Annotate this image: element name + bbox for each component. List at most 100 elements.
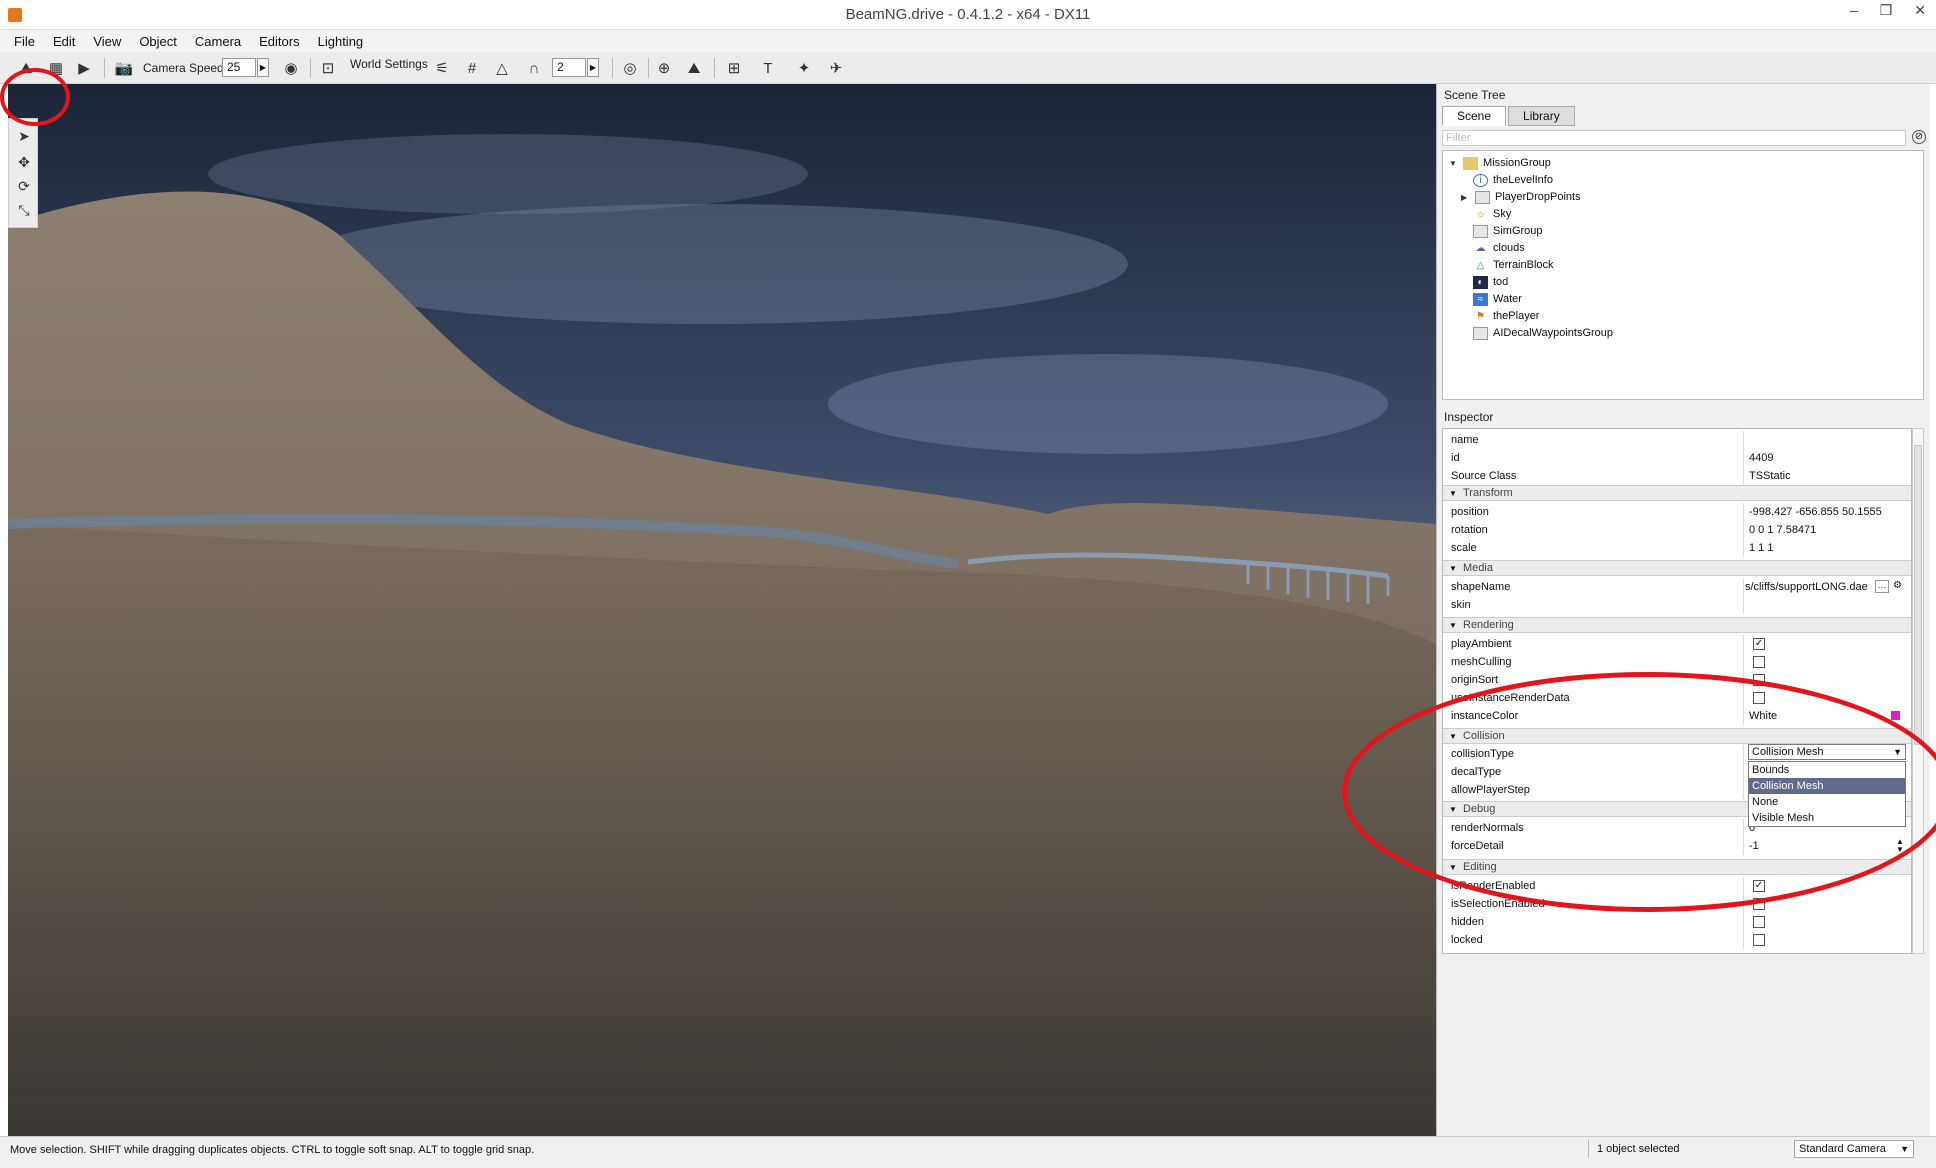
vehicle-icon[interactable]: ✈ bbox=[824, 56, 848, 80]
field-rotation[interactable]: rotation 0 0 1 7.58471 bbox=[1443, 521, 1911, 539]
browse-button[interactable]: … bbox=[1875, 580, 1889, 593]
field-shape-name[interactable]: shapeName s/cliffs/supportLONG.dae … ⚙ bbox=[1443, 578, 1911, 596]
field-value[interactable]: s/cliffs/supportLONG.dae bbox=[1745, 581, 1868, 593]
option-bounds[interactable]: Bounds bbox=[1749, 762, 1905, 778]
magnet-icon[interactable]: ∩ bbox=[522, 56, 546, 80]
move-gizmo-icon[interactable]: ✥ bbox=[12, 151, 36, 173]
locked-checkbox[interactable] bbox=[1753, 934, 1765, 946]
bounds-snap-icon[interactable]: △ bbox=[490, 56, 514, 80]
render-enabled-checkbox[interactable]: ✓ bbox=[1753, 880, 1765, 892]
field-selection-enabled[interactable]: isSelectionEnabled bbox=[1443, 895, 1911, 913]
menu-edit[interactable]: Edit bbox=[51, 32, 77, 51]
camera-icon[interactable]: 📷 bbox=[112, 56, 136, 80]
minimize-button[interactable]: – bbox=[1850, 2, 1858, 19]
field-locked[interactable]: locked bbox=[1443, 931, 1911, 949]
option-collision-mesh[interactable]: Collision Mesh bbox=[1749, 778, 1905, 794]
play-ambient-checkbox[interactable]: ✓ bbox=[1753, 638, 1765, 650]
menu-view[interactable]: View bbox=[91, 32, 123, 51]
edit-shape-icon[interactable]: ⚙ bbox=[1893, 580, 1902, 591]
field-hidden[interactable]: hidden bbox=[1443, 913, 1911, 931]
collapse-arrow-icon[interactable]: ▼ bbox=[1449, 564, 1457, 573]
field-value[interactable]: -1 bbox=[1749, 840, 1759, 852]
snap-to-terrain-icon[interactable]: ⚟ bbox=[430, 56, 454, 80]
expand-arrow-icon[interactable]: ▶ bbox=[1461, 193, 1471, 202]
drop-at-camera-icon[interactable]: ⛰ bbox=[682, 56, 706, 80]
field-name[interactable]: name bbox=[1443, 431, 1911, 449]
collision-type-select[interactable]: Collision Mesh ▼ bbox=[1748, 744, 1906, 760]
scene-filter-input[interactable]: Filter bbox=[1442, 130, 1906, 146]
rotate-gizmo-icon[interactable]: ⟳ bbox=[12, 175, 36, 197]
option-none[interactable]: None bbox=[1749, 794, 1905, 810]
camera-mode-select[interactable]: Standard Camera ▼ bbox=[1794, 1140, 1914, 1158]
world-settings-label[interactable]: World Settings bbox=[350, 57, 428, 71]
instance-render-data-checkbox[interactable] bbox=[1753, 692, 1765, 704]
tab-scene[interactable]: Scene bbox=[1442, 106, 1507, 126]
play-icon[interactable]: ▶ bbox=[72, 56, 96, 80]
field-position[interactable]: position -998.427 -656.855 50.1555 bbox=[1443, 503, 1911, 521]
world-transform-icon[interactable]: ⊕ bbox=[652, 56, 676, 80]
section-collision[interactable]: ▼ Collision bbox=[1443, 728, 1911, 744]
world-editor-icon[interactable]: ⛰ bbox=[14, 56, 38, 80]
collapse-arrow-icon[interactable]: ▼ bbox=[1449, 863, 1457, 872]
grid-size-arrow-icon[interactable]: ▶ bbox=[587, 58, 599, 77]
close-button[interactable]: ✕ bbox=[1914, 2, 1926, 19]
selection-enabled-checkbox[interactable] bbox=[1753, 898, 1765, 910]
tab-library[interactable]: Library bbox=[1508, 106, 1575, 126]
field-scale[interactable]: scale 1 1 1 bbox=[1443, 539, 1911, 557]
text-mode-icon[interactable]: T bbox=[756, 56, 780, 80]
collapse-arrow-icon[interactable]: ▼ bbox=[1449, 621, 1457, 630]
selection-mode-icon[interactable]: ⊞ bbox=[722, 56, 746, 80]
grid-snap-icon[interactable]: # bbox=[460, 56, 484, 80]
field-value[interactable]: 1 1 1 bbox=[1749, 542, 1773, 554]
camera-speed-arrow-icon[interactable]: ▶ bbox=[257, 58, 269, 77]
scale-gizmo-icon[interactable]: ⤡ bbox=[12, 199, 36, 221]
object-library-icon[interactable]: ✦ bbox=[792, 56, 816, 80]
field-instance-color[interactable]: instanceColor White bbox=[1443, 707, 1911, 725]
select-arrow-icon[interactable]: ➤ bbox=[12, 125, 36, 147]
menu-lighting[interactable]: Lighting bbox=[316, 32, 366, 51]
field-value[interactable]: -998.427 -656.855 50.1555 bbox=[1749, 506, 1882, 518]
gui-editor-icon[interactable]: ▦ bbox=[44, 56, 68, 80]
maximize-button[interactable]: ❐ bbox=[1880, 2, 1893, 19]
hidden-checkbox[interactable] bbox=[1753, 916, 1765, 928]
inspector-scrollbar[interactable] bbox=[1912, 428, 1924, 954]
menu-file[interactable]: File bbox=[12, 32, 37, 51]
tree-item-aidecalwaypointsgroup[interactable]: AIDecalWaypointsGroup bbox=[1473, 323, 1613, 343]
force-detail-spinner[interactable]: ▲ ▼ bbox=[1894, 838, 1906, 854]
title-bar: BeamNG.drive - 0.4.1.2 - x64 - DX11 – ❐ … bbox=[0, 0, 1936, 30]
section-media[interactable]: ▼ Media bbox=[1443, 560, 1911, 576]
section-rendering[interactable]: ▼ Rendering bbox=[1443, 617, 1911, 633]
origin-sort-checkbox[interactable] bbox=[1753, 674, 1765, 686]
3d-viewport[interactable] bbox=[8, 84, 1436, 1136]
collapse-arrow-icon[interactable]: ▼ bbox=[1449, 732, 1457, 741]
color-swatch[interactable] bbox=[1891, 711, 1900, 720]
field-skin[interactable]: skin bbox=[1443, 596, 1911, 614]
section-editing[interactable]: ▼ Editing bbox=[1443, 859, 1911, 875]
camera-speed-input[interactable]: 25 bbox=[222, 58, 256, 77]
field-force-detail[interactable]: forceDetail -1 bbox=[1443, 837, 1911, 855]
field-play-ambient[interactable]: playAmbient ✓ bbox=[1443, 635, 1911, 653]
option-visible-mesh[interactable]: Visible Mesh bbox=[1749, 810, 1905, 826]
collapse-arrow-icon[interactable]: ▼ bbox=[1449, 489, 1457, 498]
section-transform[interactable]: ▼ Transform bbox=[1443, 485, 1911, 501]
field-value[interactable]: White bbox=[1749, 710, 1777, 722]
collapse-arrow-icon[interactable]: ▼ bbox=[1449, 805, 1457, 814]
grid-size-input[interactable]: 2 bbox=[552, 58, 586, 77]
menu-editors[interactable]: Editors bbox=[257, 32, 301, 51]
field-instance-render-data[interactable]: useInstanceRenderData bbox=[1443, 689, 1911, 707]
clear-filter-icon[interactable]: ⊘ bbox=[1912, 130, 1926, 144]
field-render-enabled[interactable]: isRenderEnabled ✓ bbox=[1443, 877, 1911, 895]
scrollbar-thumb[interactable] bbox=[1914, 445, 1922, 745]
object-center-icon[interactable]: ◎ bbox=[618, 56, 642, 80]
menu-camera[interactable]: Camera bbox=[193, 32, 243, 51]
field-source-class[interactable]: Source Class TSStatic bbox=[1443, 467, 1911, 485]
field-mesh-culling[interactable]: meshCulling bbox=[1443, 653, 1911, 671]
menu-object[interactable]: Object bbox=[137, 32, 179, 51]
fit-view-icon[interactable]: ⊡ bbox=[316, 56, 340, 80]
visibility-eye-icon[interactable]: ◉ bbox=[279, 56, 303, 80]
field-value[interactable]: 0 0 1 7.58471 bbox=[1749, 524, 1816, 536]
field-origin-sort[interactable]: originSort bbox=[1443, 671, 1911, 689]
mesh-culling-checkbox[interactable] bbox=[1753, 656, 1765, 668]
collapse-arrow-icon[interactable]: ▼ bbox=[1449, 159, 1459, 168]
field-id[interactable]: id 4409 bbox=[1443, 449, 1911, 467]
